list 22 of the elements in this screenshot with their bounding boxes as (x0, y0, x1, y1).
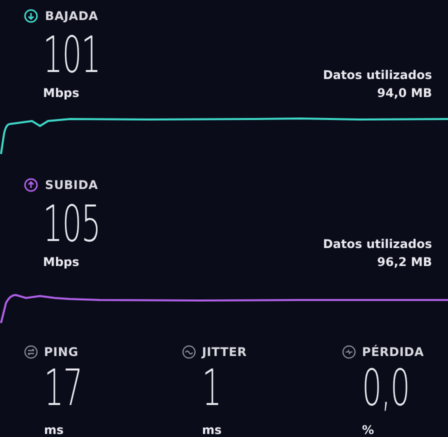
wave-icon (182, 345, 196, 359)
section-label: BAJADA (45, 9, 98, 23)
metric-value: 17 (44, 363, 82, 413)
speed-unit: Mbps (43, 86, 80, 100)
speed-unit: Mbps (43, 254, 80, 268)
metric-unit: ms (44, 423, 65, 437)
data-used-label: Datos utilizados (322, 68, 432, 82)
metric-label: PING (44, 345, 78, 359)
metric-label: JITTER (202, 345, 247, 359)
metric-unit: ms (202, 423, 223, 437)
section-label: SUBIDA (45, 178, 98, 192)
metric-unit: % (362, 423, 376, 437)
data-used-value: 96,2 MB (377, 254, 432, 268)
ping-icon (24, 345, 38, 359)
metric-value: 1 (202, 363, 222, 413)
metric-value: 0,0 (362, 363, 410, 413)
data-used-label: Datos utilizados (322, 236, 432, 250)
pulse-icon (342, 345, 356, 359)
speed-value: 101 (43, 30, 100, 80)
metric-label: PÉRDIDA (362, 345, 424, 359)
data-used-value: 94,0 MB (377, 86, 432, 100)
speed-value: 105 (43, 198, 100, 248)
